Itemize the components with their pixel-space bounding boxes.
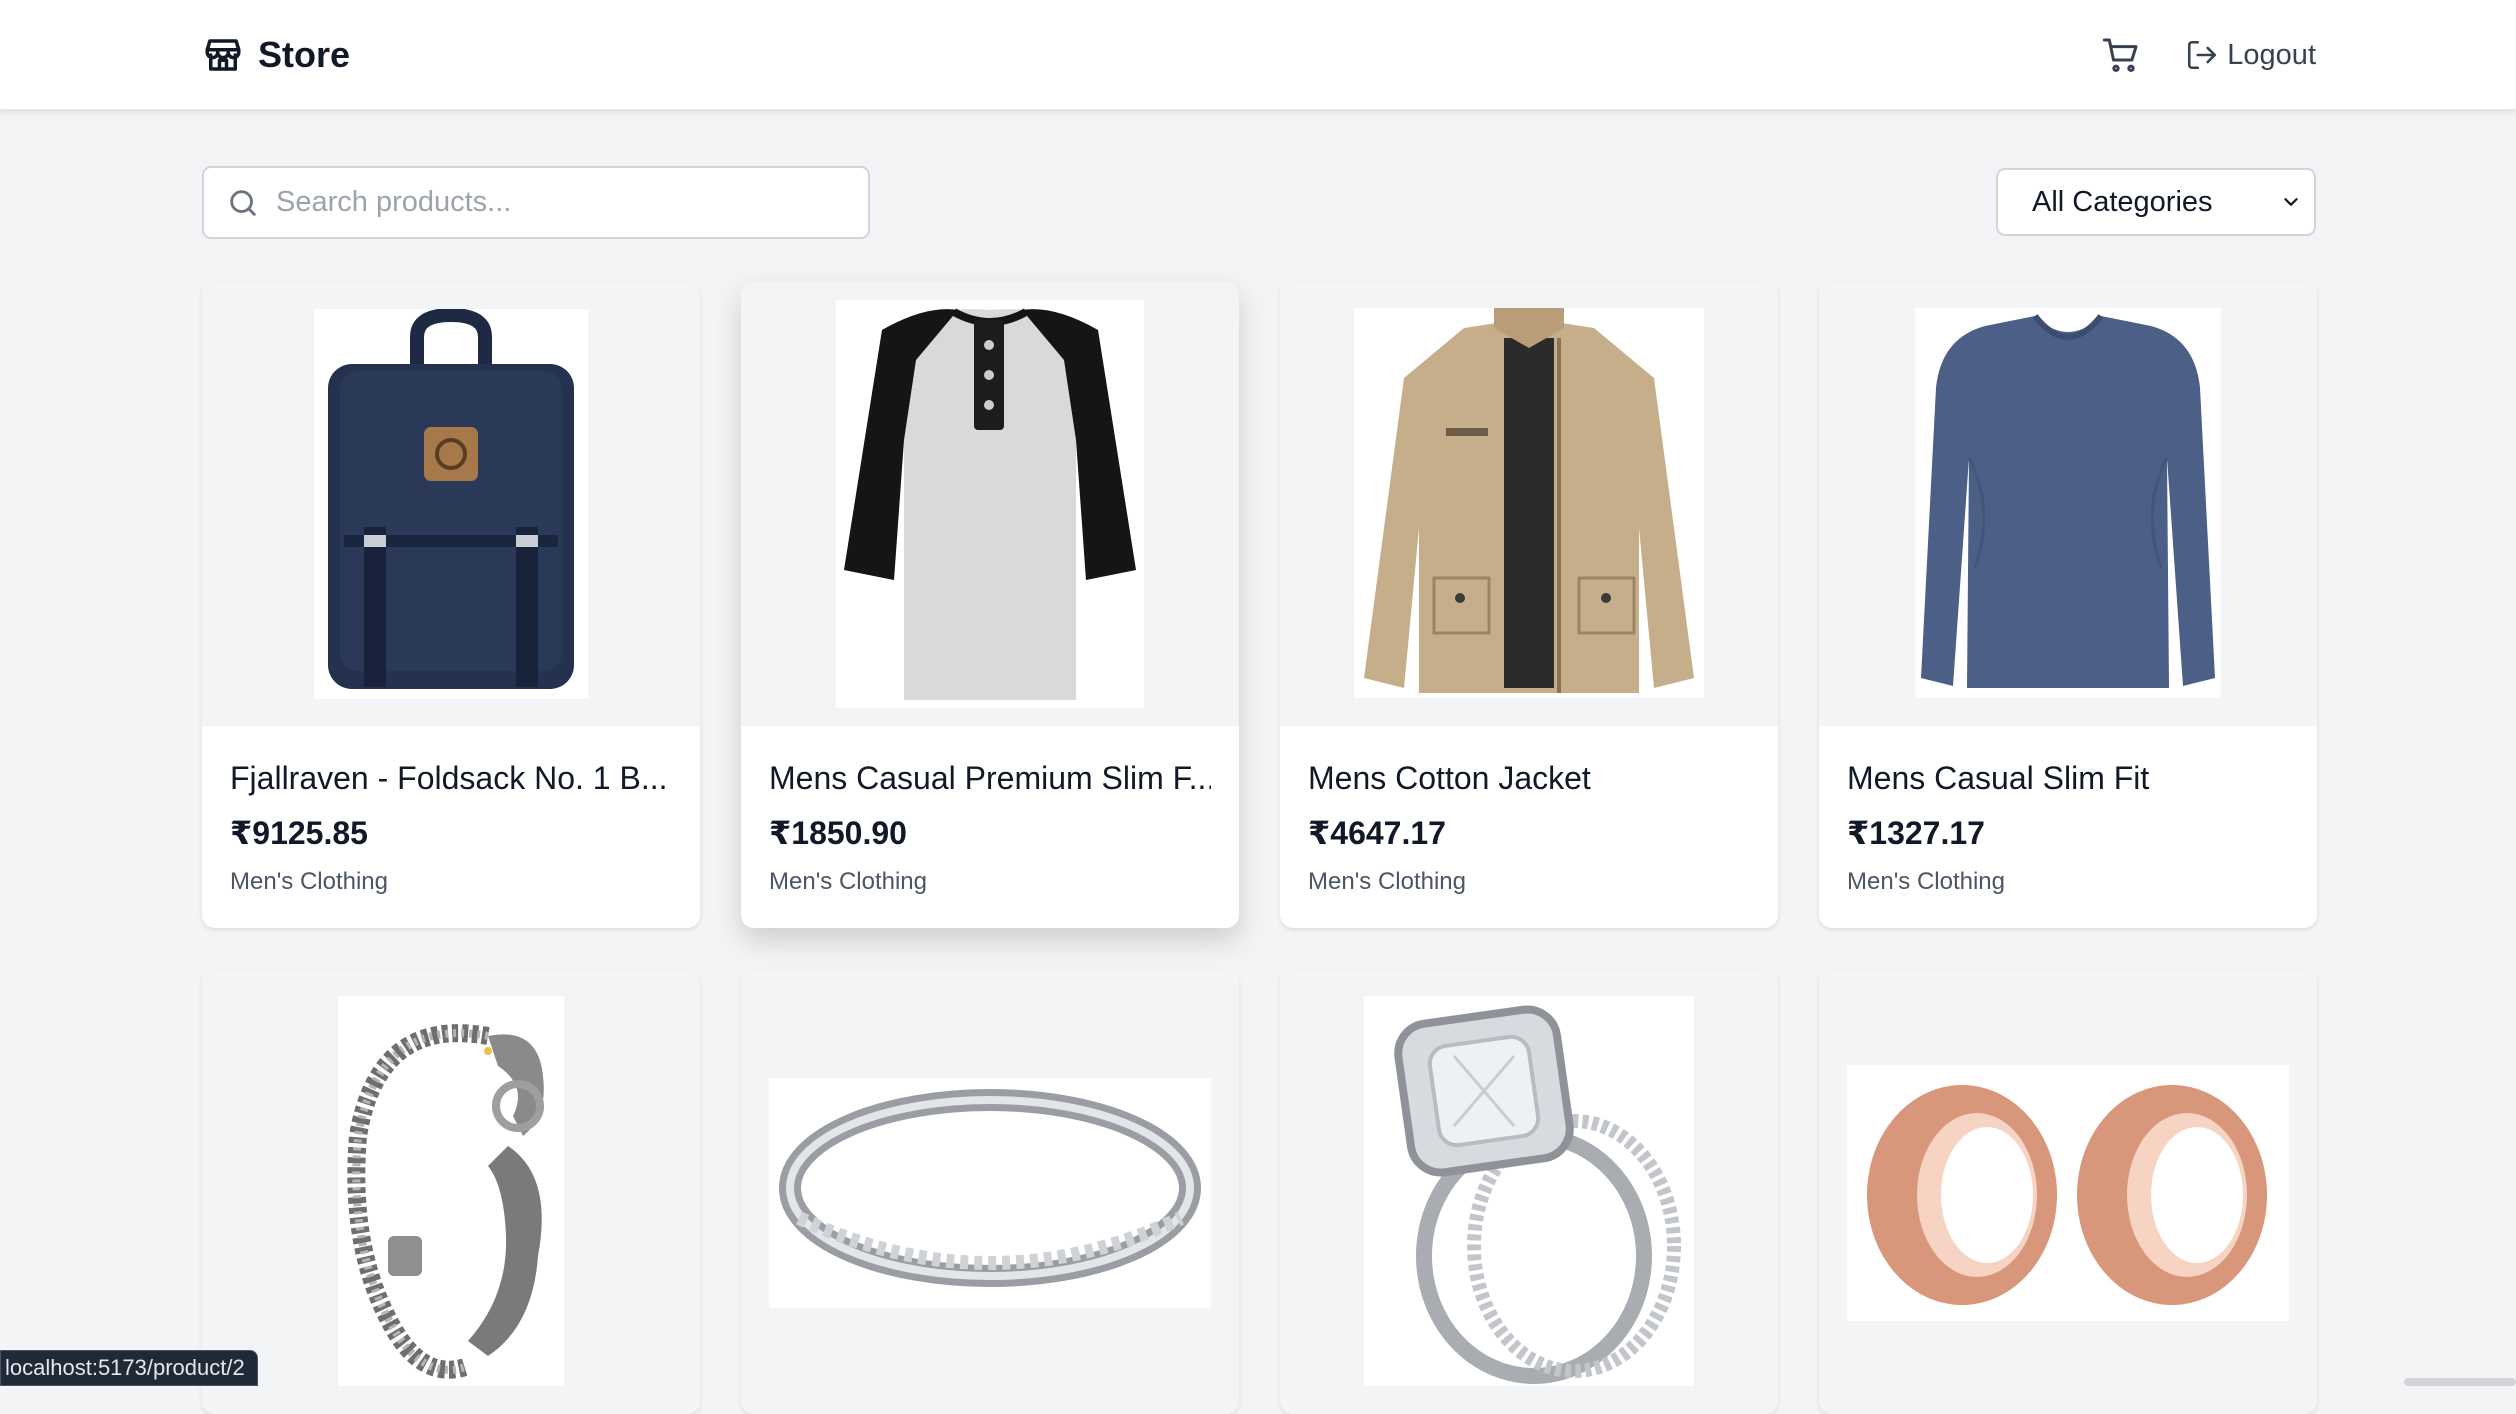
- category-select-value: All Categories: [2032, 185, 2213, 218]
- product-image-area: [741, 970, 1239, 1414]
- store-icon: [205, 39, 241, 71]
- product-image-area: [1280, 970, 1778, 1414]
- product-price: ₹4647.17: [1308, 815, 1446, 851]
- top-navbar: Store Logout: [0, 0, 2516, 110]
- product-image-area: [202, 970, 700, 1414]
- product-price: ₹9125.85: [230, 815, 368, 851]
- brand[interactable]: Store: [202, 31, 350, 79]
- product-category: Men's Clothing: [230, 868, 388, 895]
- product-card[interactable]: Fjallraven - Foldsack No. 1 B... ₹9125.8…: [202, 282, 700, 928]
- product-category: Men's Clothing: [1847, 868, 2005, 895]
- cart-button[interactable]: [2099, 33, 2143, 77]
- product-card[interactable]: Mens Casual Slim Fit ₹1327.17 Men's Clot…: [1819, 282, 2317, 928]
- product-price: ₹1327.17: [1847, 815, 1985, 851]
- diamond-ring-image: [1364, 996, 1694, 1386]
- brand-name: Store: [258, 34, 351, 75]
- nav-actions: Logout: [2099, 32, 2316, 78]
- product-title: Mens Cotton Jacket: [1308, 760, 1591, 796]
- product-title: Mens Casual Premium Slim F...: [769, 760, 1211, 796]
- product-card[interactable]: [1280, 970, 1778, 1414]
- logout-icon: [2188, 40, 2217, 70]
- product-category: Men's Clothing: [1308, 868, 1466, 895]
- product-card[interactable]: Mens Casual Premium Slim F... ₹1850.90 M…: [741, 282, 1239, 928]
- search-icon: [230, 189, 256, 216]
- product-card[interactable]: [202, 970, 700, 1414]
- logout-label: Logout: [2227, 38, 2316, 71]
- product-info: Fjallraven - Foldsack No. 1 B... ₹9125.8…: [202, 726, 700, 928]
- product-card[interactable]: Mens Cotton Jacket ₹4647.17 Men's Clothi…: [1280, 282, 1778, 928]
- product-image-area: [1819, 970, 2317, 1414]
- product-card[interactable]: [741, 970, 1239, 1414]
- backpack-image: [314, 309, 588, 699]
- category-select[interactable]: All Categories: [1996, 168, 2316, 236]
- product-info: Mens Casual Slim Fit ₹1327.17 Men's Clot…: [1819, 726, 2317, 928]
- status-bar-link: localhost:5173/product/2: [0, 1350, 258, 1386]
- product-info: Mens Cotton Jacket ₹4647.17 Men's Clothi…: [1280, 726, 1778, 928]
- product-card[interactable]: [1819, 970, 2317, 1414]
- product-title: Mens Casual Slim Fit: [1847, 760, 2150, 796]
- product-image-area: [1280, 282, 1778, 726]
- dragon-bracelet-image: [338, 996, 564, 1386]
- slim-fit-shirt-image: [1915, 308, 2221, 698]
- chevron-down-icon: [2284, 198, 2298, 206]
- product-image-area: [202, 282, 700, 726]
- product-image-area: [1819, 282, 2317, 726]
- silver-ring-image: [769, 1078, 1211, 1308]
- search-input[interactable]: [276, 186, 836, 219]
- cotton-jacket-image: [1354, 308, 1704, 698]
- rose-gold-plugs-image: [1847, 1065, 2289, 1321]
- cart-icon: [2103, 38, 2138, 73]
- logout-button[interactable]: Logout: [2185, 38, 2316, 72]
- raglan-tshirt-image: [836, 300, 1144, 708]
- product-image-area: [741, 282, 1239, 726]
- scrollbar[interactable]: [2404, 1378, 2516, 1386]
- product-category: Men's Clothing: [769, 868, 927, 895]
- product-title: Fjallraven - Foldsack No. 1 B...: [230, 760, 668, 796]
- product-info: Mens Casual Premium Slim F... ₹1850.90 M…: [741, 726, 1239, 928]
- search-box: [202, 166, 870, 239]
- product-price: ₹1850.90: [769, 815, 907, 851]
